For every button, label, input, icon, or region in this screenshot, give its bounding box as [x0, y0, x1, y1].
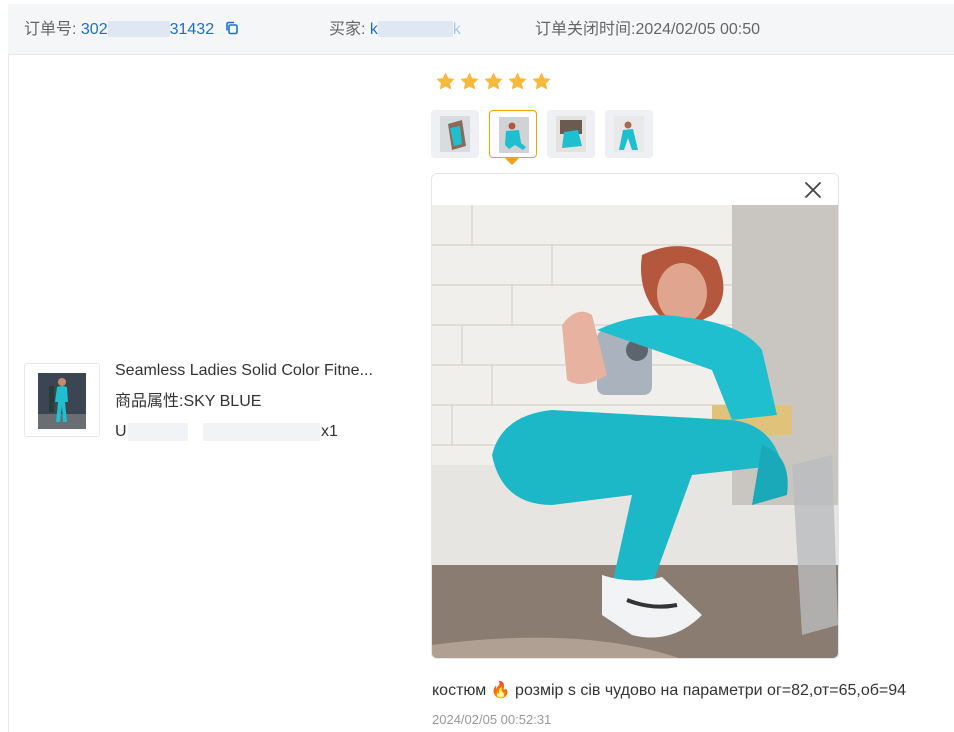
product-quantity: x1 — [321, 423, 338, 440]
redacted-size — [255, 423, 320, 441]
divider — [8, 55, 9, 732]
product-attribute-value: SKY BLUE — [183, 393, 262, 410]
redacted-size — [128, 423, 188, 441]
product-thumbnail[interactable] — [24, 363, 100, 437]
product-size: U x1 — [115, 421, 345, 443]
closed-time-value: 2024/02/05 00:50 — [635, 21, 761, 38]
review-thumbnail[interactable] — [547, 110, 595, 158]
product-attribute: 商品属性:SKY BLUE — [115, 391, 261, 413]
star-icon — [508, 72, 527, 90]
review-thumbnail-selected[interactable] — [489, 110, 537, 158]
redacted-size — [203, 423, 255, 441]
product-size-start: U — [115, 423, 127, 440]
order-number: 订单号: 302 31432 — [24, 4, 239, 55]
product-attribute-label: 商品属性: — [115, 393, 184, 410]
closed-time: 订单关闭时间:2024/02/05 00:50 — [535, 4, 760, 55]
copy-icon[interactable] — [225, 21, 239, 35]
review-photo[interactable] — [432, 205, 838, 659]
star-icon — [532, 72, 551, 90]
review-time: 2024/02/05 00:52:31 — [432, 712, 552, 727]
review-thumbnail[interactable] — [431, 110, 479, 158]
redacted-order-digits — [107, 20, 170, 37]
close-icon[interactable] — [804, 181, 822, 199]
review-thumbnail[interactable] — [605, 110, 653, 158]
star-icon — [460, 72, 479, 90]
selected-thumbnail-caret — [505, 158, 519, 165]
buyer-label: 买家: — [329, 21, 366, 38]
product-title[interactable]: Seamless Ladies Solid Color Fitne... — [115, 360, 390, 382]
order-header: 订单号: 302 31432 买家: kk 订单关闭时间:2024/02/05 0… — [8, 4, 954, 55]
rating-stars — [436, 72, 551, 92]
buyer-link[interactable]: kk — [370, 20, 461, 38]
closed-time-label: 订单关闭时间: — [535, 21, 636, 38]
review-thumbnails — [431, 110, 653, 158]
review-text: костюм 🔥 розмір s сів чудово на параметр… — [432, 682, 907, 699]
buyer: 买家: kk — [329, 4, 461, 55]
star-icon — [484, 72, 503, 90]
order-number-link[interactable]: 302 31432 — [81, 20, 214, 38]
star-icon — [436, 72, 455, 90]
review-image-viewer — [431, 173, 839, 659]
redacted-buyer-name — [377, 20, 453, 37]
order-number-label: 订单号: — [24, 21, 77, 38]
